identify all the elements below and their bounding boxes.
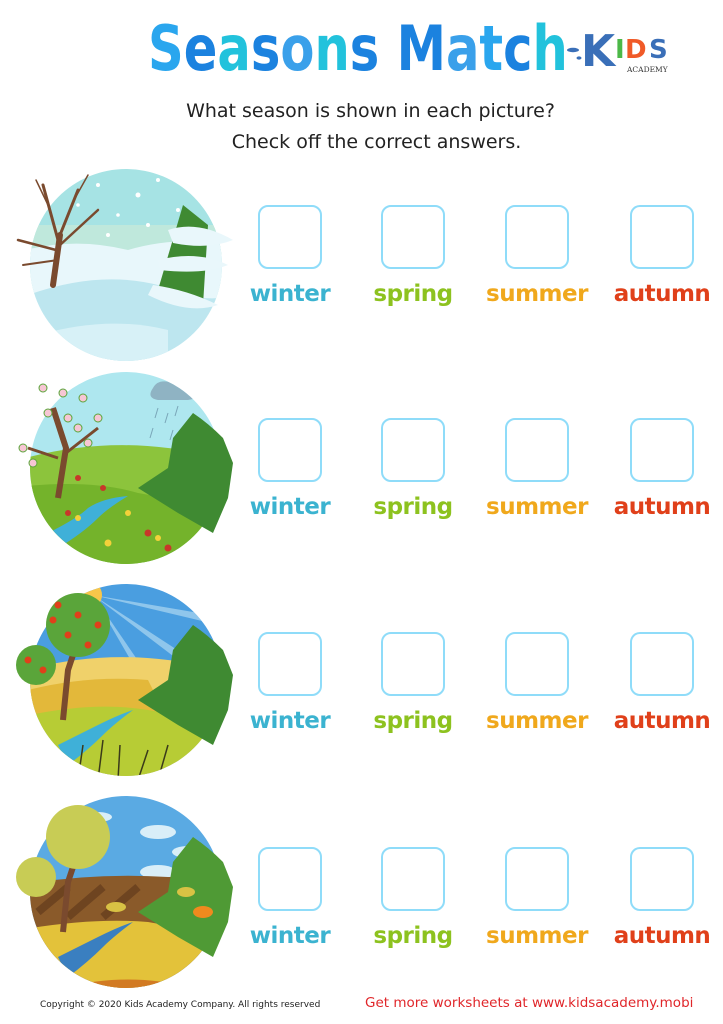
summer-scene-image (16, 584, 233, 776)
option-spring: spring (351, 847, 475, 949)
label-winter: winter (249, 923, 331, 949)
label-spring: spring (373, 923, 453, 949)
checkbox-autumn[interactable] (630, 847, 694, 911)
option-winter: winter (228, 418, 352, 520)
title-letter: o (280, 12, 315, 85)
label-summer: summer (486, 494, 588, 520)
promo-link[interactable]: Get more worksheets at www.kidsacademy.m… (365, 995, 693, 1011)
logo-s: S (649, 35, 668, 65)
instruction-line-2: Check off the correct answers. (231, 131, 522, 153)
title-letter: a (445, 12, 480, 85)
label-summer: summer (486, 281, 588, 307)
splash-icon (567, 47, 582, 60)
checkbox-summer[interactable] (505, 632, 569, 696)
label-winter: winter (249, 494, 331, 520)
title-letter: e (183, 12, 218, 85)
option-autumn: autumn (600, 847, 723, 949)
label-spring: spring (373, 494, 453, 520)
checkbox-summer[interactable] (505, 418, 569, 482)
option-autumn: autumn (600, 418, 723, 520)
title-letter: s (250, 12, 281, 85)
option-autumn: autumn (600, 632, 723, 734)
option-autumn: autumn (600, 205, 723, 307)
title-letter: n (314, 12, 350, 85)
title-letter: S (148, 12, 184, 85)
checkbox-autumn[interactable] (630, 632, 694, 696)
logo-i: I (615, 35, 625, 65)
checkbox-summer[interactable] (505, 847, 569, 911)
option-spring: spring (351, 205, 475, 307)
label-autumn: autumn (613, 494, 711, 520)
copyright-text: Copyright © 2020 Kids Academy Company. A… (40, 1000, 321, 1010)
label-autumn: autumn (613, 708, 711, 734)
checkbox-autumn[interactable] (630, 418, 694, 482)
instructions: What season is shown in each picture? Ch… (0, 96, 723, 158)
checkbox-winter[interactable] (258, 418, 322, 482)
winter-scene-image (16, 169, 233, 361)
label-spring: spring (373, 281, 453, 307)
label-winter: winter (249, 708, 331, 734)
option-summer: summer (475, 847, 599, 949)
checkbox-spring[interactable] (381, 632, 445, 696)
checkbox-spring[interactable] (381, 418, 445, 482)
title-letter: M (396, 12, 446, 85)
title-text: Seasons Match (148, 14, 568, 84)
option-summer: summer (475, 418, 599, 520)
title-letter: t (479, 12, 504, 85)
option-summer: summer (475, 205, 599, 307)
option-spring: spring (351, 632, 475, 734)
title-letter (379, 12, 396, 85)
label-autumn: autumn (613, 281, 711, 307)
checkbox-spring[interactable] (381, 205, 445, 269)
option-winter: winter (228, 847, 352, 949)
label-summer: summer (486, 923, 588, 949)
spring-scene-image (18, 372, 233, 564)
logo-subtitle: ACADEMY (626, 65, 669, 74)
option-winter: winter (228, 205, 352, 307)
instruction-line-1: What season is shown in each picture? (186, 100, 555, 122)
label-summer: summer (486, 708, 588, 734)
kids-academy-logo: K I D S ACADEMY (567, 26, 669, 77)
checkbox-winter[interactable] (258, 205, 322, 269)
title-letter: h (532, 12, 568, 85)
option-winter: winter (228, 632, 352, 734)
question-row-4: winter spring summer autumn (0, 792, 723, 997)
checkbox-spring[interactable] (381, 847, 445, 911)
question-row-2: winter spring summer autumn (0, 368, 723, 573)
logo-k: K (581, 26, 617, 77)
label-autumn: autumn (613, 923, 711, 949)
question-row-1: winter spring summer autumn (0, 165, 723, 370)
checkbox-winter[interactable] (258, 847, 322, 911)
label-winter: winter (249, 281, 331, 307)
title-letter: a (217, 12, 251, 85)
title-letter: s (349, 12, 380, 85)
checkbox-summer[interactable] (505, 205, 569, 269)
autumn-scene-image (16, 796, 233, 988)
question-row-3: winter spring summer autumn (0, 580, 723, 785)
checkbox-autumn[interactable] (630, 205, 694, 269)
option-spring: spring (351, 418, 475, 520)
title-letter: c (503, 12, 533, 85)
option-summer: summer (475, 632, 599, 734)
logo-d: D (625, 35, 647, 65)
label-spring: spring (373, 708, 453, 734)
checkbox-winter[interactable] (258, 632, 322, 696)
